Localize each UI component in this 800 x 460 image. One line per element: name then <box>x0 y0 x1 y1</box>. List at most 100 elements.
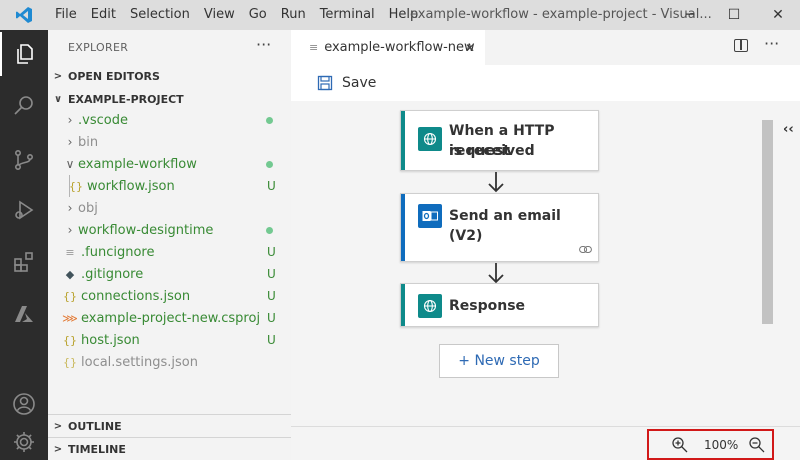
git-status-badge: U <box>267 245 276 259</box>
zoom-controls: 100% <box>647 429 774 460</box>
tree-item-gitignore[interactable]: ◆ .gitignore U <box>48 263 291 285</box>
tree-item-connections-json[interactable]: {} connections.json U <box>48 285 291 307</box>
tree-item-bin[interactable]: › bin <box>48 131 291 153</box>
menu-bar: File Edit Selection View Go Run Terminal… <box>48 0 425 30</box>
zoom-bar: 100% <box>291 426 800 460</box>
new-step-button[interactable]: + New step <box>439 344 559 378</box>
tree-item-label: connections.json <box>81 288 191 304</box>
outline-label: OUTLINE <box>68 419 122 433</box>
menu-edit[interactable]: Edit <box>84 0 123 30</box>
step-title: Send an email (V2) <box>449 208 561 244</box>
tree-item-vscode[interactable]: › .vscode <box>48 109 291 131</box>
close-window-button[interactable]: ✕ <box>756 0 800 30</box>
tree-item-label: workflow-designtime <box>78 222 214 238</box>
tree-item-local-settings-json[interactable]: {} local.settings.json <box>48 351 291 373</box>
step-title-line2: is received <box>449 143 535 159</box>
menu-view[interactable]: View <box>197 0 242 30</box>
tree-item-csproj[interactable]: ⋙ example-project-new.csproj U <box>48 307 291 329</box>
tree-item-label: host.json <box>81 332 140 348</box>
tab-example-workflow-new[interactable]: ≡ example-workflow-new ✕ <box>291 30 485 65</box>
project-section[interactable]: ∨ EXAMPLE-PROJECT <box>48 88 291 110</box>
globe-icon <box>418 127 442 151</box>
json-file-icon: {} <box>69 179 83 193</box>
minimize-button[interactable]: ─ <box>668 0 712 30</box>
tree-item-workflow-designtime[interactable]: › workflow-designtime <box>48 219 291 241</box>
connection-link-icon <box>579 246 592 253</box>
step-card-response[interactable]: Response <box>400 283 599 327</box>
chevron-right-icon: › <box>67 113 73 127</box>
json-file-icon: {} <box>63 355 77 369</box>
menu-run[interactable]: Run <box>274 0 313 30</box>
tree-item-label: obj <box>78 200 98 216</box>
git-status-badge: U <box>267 333 276 347</box>
explorer-more-button[interactable]: ··· <box>256 35 271 54</box>
git-file-icon: ◆ <box>65 267 75 281</box>
editor-tab-bar: ≡ example-workflow-new ✕ ··· <box>291 30 800 65</box>
designer-canvas: When a HTTP request is received Send an … <box>291 101 775 426</box>
chevron-right-icon: › <box>67 201 73 215</box>
timeline-section[interactable]: > TIMELINE <box>48 438 291 460</box>
globe-icon <box>418 294 442 318</box>
designer-toolbar: Save <box>291 65 800 101</box>
menu-go[interactable]: Go <box>242 0 274 30</box>
window-title: example-workflow - example-project - Vis… <box>410 7 712 22</box>
git-status-badge: U <box>267 289 276 303</box>
tab-close-icon[interactable]: ✕ <box>465 41 475 55</box>
save-button[interactable]: Save <box>317 75 376 91</box>
tree-item-host-json[interactable]: {} host.json U <box>48 329 291 351</box>
tree-item-label: local.settings.json <box>81 354 198 370</box>
split-editor-icon[interactable] <box>734 39 748 52</box>
menu-file[interactable]: File <box>48 0 84 30</box>
source-control-icon[interactable] <box>0 138 48 182</box>
zoom-out-icon[interactable] <box>748 436 766 454</box>
maximize-button[interactable]: ☐ <box>712 0 756 30</box>
explorer-title: EXPLORER <box>68 41 129 54</box>
tree-item-example-workflow[interactable]: ∨ example-workflow <box>48 153 291 175</box>
zoom-in-icon[interactable] <box>671 436 689 454</box>
project-label: EXAMPLE-PROJECT <box>68 92 184 106</box>
title-bar: File Edit Selection View Go Run Terminal… <box>0 0 800 30</box>
zoom-level: 100% <box>704 438 739 452</box>
save-icon <box>317 75 333 91</box>
extensions-icon[interactable] <box>0 240 48 284</box>
save-label: Save <box>342 75 377 91</box>
tree-item-obj[interactable]: › obj <box>48 197 291 219</box>
open-editors-section[interactable]: > OPEN EDITORS <box>48 65 291 87</box>
modified-dot-icon <box>266 160 273 168</box>
search-icon[interactable] <box>0 84 48 128</box>
canvas-scrollbar[interactable] <box>762 120 773 324</box>
step-title: Response <box>449 298 526 314</box>
tree-item-label: example-project-new.csproj <box>81 310 261 326</box>
explorer-icon[interactable] <box>0 32 48 76</box>
step-card-send-email[interactable]: Send an email (V2) <box>400 193 599 262</box>
chevron-right-icon: › <box>67 135 73 149</box>
rss-file-icon: ⋙ <box>62 311 78 325</box>
menu-selection[interactable]: Selection <box>123 0 197 30</box>
modified-dot-icon <box>266 116 273 124</box>
tree-item-label: .gitignore <box>81 266 144 282</box>
git-status-badge: U <box>267 267 276 281</box>
chevron-right-icon: > <box>53 443 63 455</box>
git-status-badge: U <box>267 311 276 325</box>
settings-gear-icon[interactable] <box>0 420 48 460</box>
collapse-panel-icon[interactable]: ‹‹ <box>783 122 794 137</box>
chevron-down-icon: ∨ <box>53 93 63 105</box>
outline-section[interactable]: > OUTLINE <box>48 415 291 437</box>
tree-item-label: bin <box>78 134 99 150</box>
tree-item-funcignore[interactable]: ≡ .funcignore U <box>48 241 291 263</box>
file-icon: ≡ <box>309 41 319 54</box>
outlook-icon <box>418 204 442 228</box>
json-file-icon: {} <box>63 333 77 347</box>
vscode-logo-icon <box>0 0 48 30</box>
step-card-http-trigger[interactable]: When a HTTP request is received <box>400 110 599 171</box>
activity-bar <box>0 30 48 460</box>
arrow-down-icon <box>488 172 504 193</box>
more-actions-button[interactable]: ··· <box>764 34 779 53</box>
open-editors-label: OPEN EDITORS <box>68 69 160 83</box>
timeline-label: TIMELINE <box>68 442 126 456</box>
tree-item-label: example-workflow <box>78 156 197 172</box>
azure-icon[interactable] <box>0 292 48 336</box>
menu-terminal[interactable]: Terminal <box>313 0 382 30</box>
tree-item-workflow-json[interactable]: {} workflow.json U <box>48 175 291 197</box>
run-debug-icon[interactable] <box>0 188 48 232</box>
